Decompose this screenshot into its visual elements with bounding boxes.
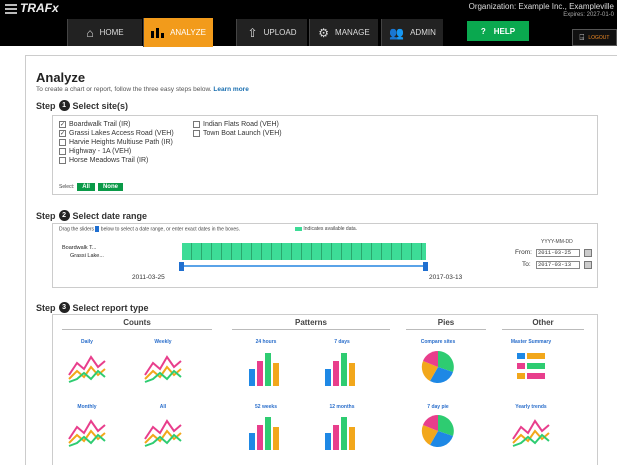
top-bar: TRAFx Organization: Example Inc., Exampl… [0, 0, 617, 47]
report-thumbnail-icon[interactable] [246, 413, 286, 450]
calendar-icon[interactable] [584, 261, 592, 269]
step-1-heading: Step 1 Select site(s) [36, 100, 129, 111]
site-checkbox-town-boat[interactable]: Town Boat Launch (VEH) [193, 130, 282, 137]
report-label[interactable]: 24 hours [226, 339, 306, 345]
category-patterns: Patterns [232, 318, 390, 330]
report-thumbnail-icon[interactable] [67, 349, 107, 386]
bar-chart-icon [151, 28, 165, 38]
help-button[interactable]: ? HELP [467, 21, 529, 41]
intro-text: To create a chart or report, follow the … [36, 86, 249, 93]
report-label[interactable]: Daily [47, 339, 127, 345]
checkbox[interactable] [193, 130, 200, 137]
site-checkbox-highway[interactable]: Highway - 1A (VEH) [59, 148, 131, 155]
select-all-button[interactable]: All [77, 183, 95, 191]
checkbox[interactable] [59, 139, 66, 146]
step-number-2: 2 [58, 210, 70, 221]
report-label[interactable]: All [123, 404, 203, 410]
checkbox[interactable] [59, 148, 66, 155]
report-label[interactable]: 7 day pie [398, 404, 478, 410]
report-thumbnail-icon[interactable] [418, 413, 458, 450]
users-icon: 👥 [389, 25, 405, 40]
report-label[interactable]: Compare sites [398, 339, 478, 345]
report-thumbnail-icon[interactable] [418, 349, 458, 386]
availability-legend: Indicates available data. [295, 226, 357, 232]
checkbox[interactable] [59, 157, 66, 164]
date-format-hint: YYYY-MM-DD [541, 239, 573, 245]
menu-icon[interactable] [5, 4, 17, 16]
organization-label: Organization: Example Inc., Exampleville [468, 2, 614, 11]
report-thumbnail-icon[interactable] [143, 349, 183, 386]
report-label[interactable]: 12 months [302, 404, 382, 410]
report-label[interactable]: Monthly [47, 404, 127, 410]
to-date-input[interactable]: 2017-03-13 [536, 261, 580, 269]
gears-icon: ⚙ [318, 25, 330, 40]
step-3-heading: Step 3 Select report type [36, 302, 149, 313]
site-checkbox-harvie[interactable]: Harvie Heights Multiuse Path (IR) [59, 139, 173, 146]
home-icon: ⌂ [86, 25, 94, 40]
date-range-track[interactable] [182, 265, 426, 267]
site-selection-box [52, 115, 598, 195]
report-thumbnail-icon[interactable] [511, 349, 551, 386]
end-slider-handle[interactable] [423, 262, 428, 271]
nav-upload[interactable]: ⇧ UPLOAD [236, 19, 307, 46]
nav-home[interactable]: ⌂ HOME [67, 19, 142, 46]
nav-analyze[interactable]: ANALYZE [143, 18, 213, 47]
report-label[interactable]: 7 days [302, 339, 382, 345]
step-2-heading: Step 2 Select date range [36, 210, 148, 221]
checkbox[interactable]: ✓ [59, 121, 66, 128]
from-date-input[interactable]: 2011-03-25 [536, 249, 580, 257]
site-checkbox-grassi[interactable]: ✓ Grassi Lakes Access Road (VEH) [59, 130, 174, 137]
question-icon: ? [480, 26, 486, 36]
step-number-1: 1 [58, 100, 70, 111]
category-pies: Pies [406, 318, 486, 330]
report-label[interactable]: Weekly [123, 339, 203, 345]
upload-icon: ⇧ [247, 25, 258, 40]
site-checkbox-indian-flats[interactable]: Indian Flats Road (VEH) [193, 121, 279, 128]
select-none-button[interactable]: None [97, 183, 123, 191]
slider-handle-icon [95, 226, 100, 232]
app-logo: TRAFx [20, 1, 59, 15]
report-thumbnail-icon[interactable] [246, 349, 286, 386]
page-title: Analyze [36, 70, 86, 85]
from-label: From: [515, 249, 532, 256]
start-slider-handle[interactable] [179, 262, 184, 271]
slider-hint: Drag the sliders below to select a date … [59, 226, 241, 233]
nav-manage[interactable]: ⚙ MANAGE [309, 19, 378, 46]
site-checkbox-horse-meadows[interactable]: Horse Meadows Trail (IR) [59, 157, 148, 164]
to-label: To: [522, 261, 531, 268]
report-thumbnail-icon[interactable] [67, 413, 107, 450]
start-date-label: 2011-03-25 [132, 274, 165, 281]
end-date-label: 2017-03-13 [429, 274, 463, 281]
learn-more-link[interactable]: Learn more [213, 86, 248, 93]
step-number-3: 3 [58, 302, 70, 313]
select-row: Select: All None [59, 183, 123, 191]
report-thumbnail-icon[interactable] [143, 413, 183, 450]
checkbox[interactable] [193, 121, 200, 128]
report-label[interactable]: Master Summary [491, 339, 571, 345]
category-counts: Counts [62, 318, 212, 330]
legend-swatch [295, 226, 302, 231]
timeline-row-label: Grassi Lake... [70, 253, 104, 259]
checkbox[interactable]: ✓ [59, 130, 66, 137]
data-availability-timeline [182, 243, 426, 260]
logout-icon: ⍈ [579, 32, 585, 42]
site-checkbox-boardwalk[interactable]: ✓ Boardwalk Trail (IR) [59, 121, 130, 128]
timeline-row-label: Boardwalk T... [62, 245, 97, 251]
nav-admin[interactable]: 👥 ADMIN [381, 19, 443, 46]
report-label[interactable]: 52 weeks [226, 404, 306, 410]
calendar-icon[interactable] [584, 249, 592, 257]
report-thumbnail-icon[interactable] [511, 413, 551, 450]
report-thumbnail-icon[interactable] [322, 413, 362, 450]
report-thumbnail-icon[interactable] [322, 349, 362, 386]
report-label[interactable]: Yearly trends [491, 404, 571, 410]
expiry-label: Expires: 2027-01-0 [563, 12, 614, 18]
logout-button[interactable]: ⍈ LOGOUT [572, 29, 617, 46]
category-other: Other [502, 318, 584, 330]
